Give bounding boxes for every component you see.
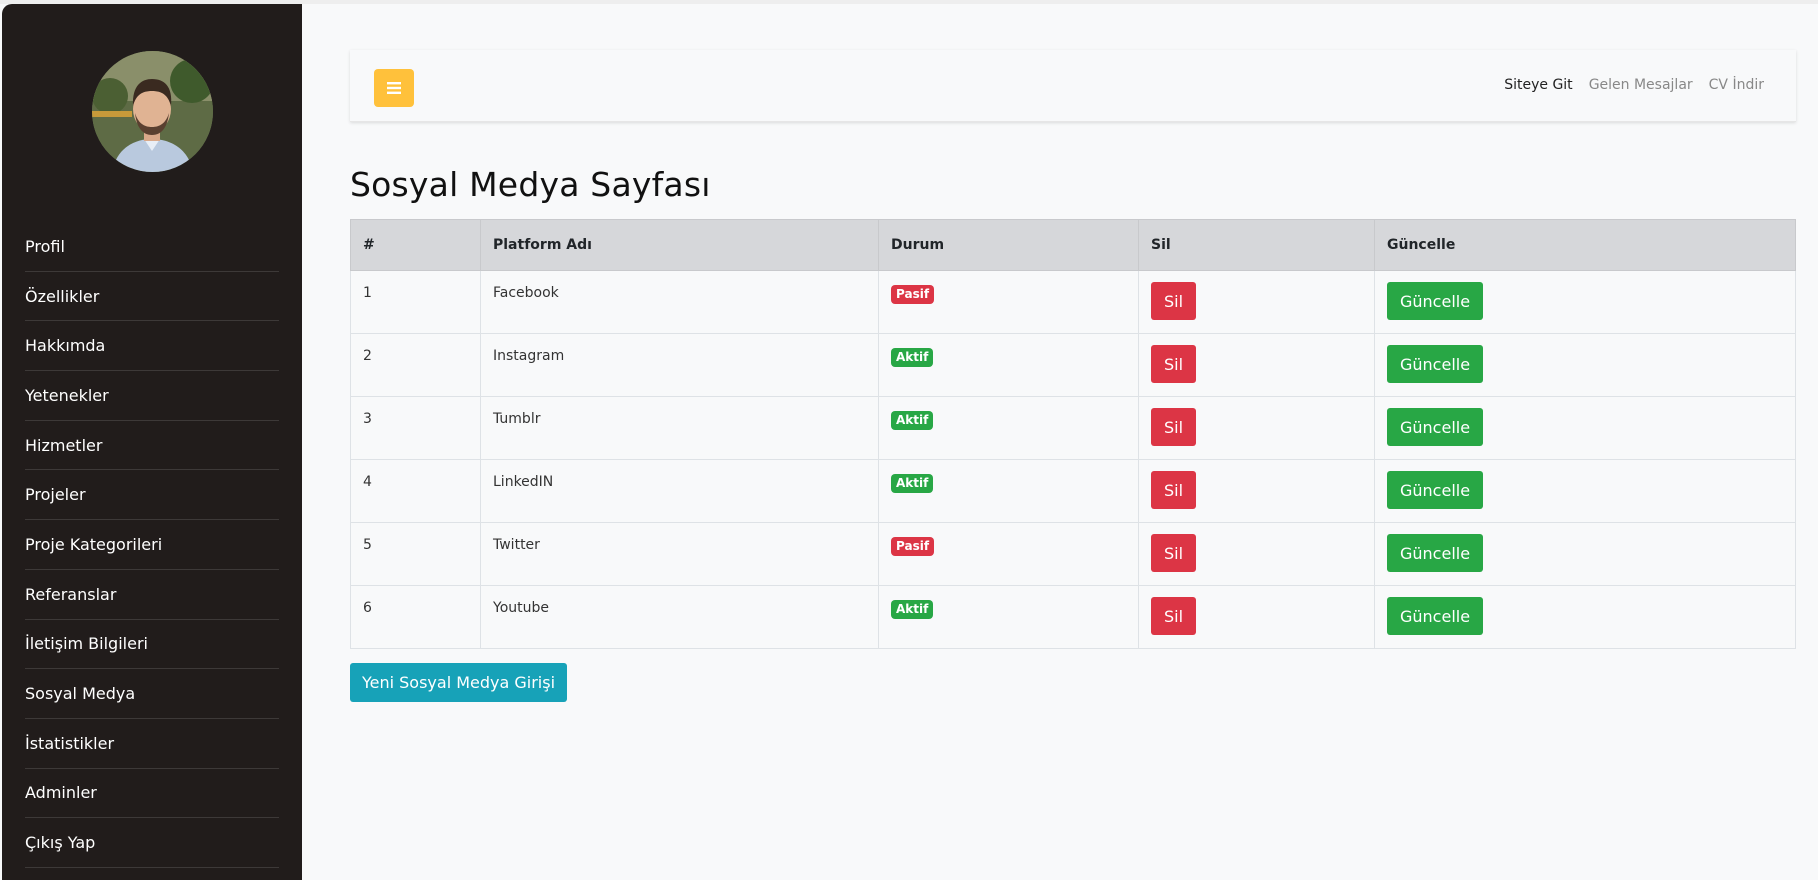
gelen-mesajlar-link[interactable]: Gelen Mesajlar: [1589, 77, 1693, 93]
sidebar-nav: Profil Özellikler Hakkımda Yetenekler Hi…: [25, 222, 279, 868]
delete-button[interactable]: Sil: [1151, 282, 1197, 320]
sidebar-item-istatistikler[interactable]: İstatistikler: [25, 719, 279, 769]
row-id: 6: [350, 585, 481, 649]
cv-indir-link[interactable]: CV İndir: [1709, 77, 1764, 93]
sidebar-item-adminler[interactable]: Adminler: [25, 769, 279, 819]
row-delete: Sil: [1138, 585, 1375, 649]
row-platform: Youtube: [480, 585, 879, 649]
row-id: 3: [350, 396, 481, 460]
table-row: 1 Facebook Pasif Sil Güncelle: [350, 270, 1796, 334]
row-platform: Tumblr: [480, 396, 879, 460]
update-button[interactable]: Güncelle: [1387, 597, 1484, 635]
row-delete: Sil: [1138, 459, 1375, 523]
row-update: Güncelle: [1374, 396, 1796, 460]
row-platform: Facebook: [480, 270, 879, 334]
delete-button[interactable]: Sil: [1151, 345, 1197, 383]
row-update: Güncelle: [1374, 459, 1796, 523]
row-status: Aktif: [878, 585, 1139, 649]
row-update: Güncelle: [1374, 333, 1796, 397]
table-row: 3 Tumblr Aktif Sil Güncelle: [350, 396, 1796, 460]
delete-button[interactable]: Sil: [1151, 471, 1197, 509]
sidebar-item-cikis-yap[interactable]: Çıkış Yap: [25, 818, 279, 868]
sidebar-item-yetenekler[interactable]: Yetenekler: [25, 371, 279, 421]
avatar-image: [92, 51, 213, 172]
table-row: 4 LinkedIN Aktif Sil Güncelle: [350, 459, 1796, 523]
delete-button[interactable]: Sil: [1151, 408, 1197, 446]
row-update: Güncelle: [1374, 270, 1796, 334]
row-status: Aktif: [878, 396, 1139, 460]
row-update: Güncelle: [1374, 522, 1796, 586]
row-update: Güncelle: [1374, 585, 1796, 649]
new-social-media-button[interactable]: Yeni Sosyal Medya Girişi: [350, 663, 567, 702]
avatar: [92, 51, 213, 172]
social-media-table: # Platform Adı Durum Sil Güncelle 1 Face…: [350, 219, 1796, 649]
update-button[interactable]: Güncelle: [1387, 282, 1484, 320]
sidebar-item-ozellikler[interactable]: Özellikler: [25, 272, 279, 322]
row-delete: Sil: [1138, 396, 1375, 460]
update-button[interactable]: Güncelle: [1387, 471, 1484, 509]
sidebar-item-profil[interactable]: Profil: [25, 222, 279, 272]
row-delete: Sil: [1138, 333, 1375, 397]
row-status: Pasif: [878, 522, 1139, 586]
status-badge: Aktif: [891, 600, 934, 619]
row-status: Aktif: [878, 333, 1139, 397]
sidebar-item-iletisim-bilgileri[interactable]: İletişim Bilgileri: [25, 620, 279, 670]
table-header-row: # Platform Adı Durum Sil Güncelle: [350, 219, 1796, 271]
sidebar-item-proje-kategorileri[interactable]: Proje Kategorileri: [25, 520, 279, 570]
update-button[interactable]: Güncelle: [1387, 345, 1484, 383]
row-platform: Twitter: [480, 522, 879, 586]
status-badge: Aktif: [891, 348, 934, 367]
sidebar-item-hakkimda[interactable]: Hakkımda: [25, 321, 279, 372]
column-header-update: Güncelle: [1374, 219, 1796, 271]
status-badge: Aktif: [891, 474, 934, 493]
update-button[interactable]: Güncelle: [1387, 408, 1484, 446]
row-id: 4: [350, 459, 481, 523]
topbar: Siteye Git Gelen Mesajlar CV İndir: [350, 50, 1796, 122]
row-id: 1: [350, 270, 481, 334]
sidebar-item-hizmetler[interactable]: Hizmetler: [25, 421, 279, 471]
status-badge: Aktif: [891, 411, 934, 430]
status-badge: Pasif: [891, 285, 935, 304]
sidebar: Profil Özellikler Hakkımda Yetenekler Hi…: [2, 4, 302, 880]
column-header-platform: Platform Adı: [480, 219, 879, 271]
row-delete: Sil: [1138, 270, 1375, 334]
row-platform: Instagram: [480, 333, 879, 397]
row-id: 5: [350, 522, 481, 586]
column-header-id: #: [350, 219, 481, 271]
row-status: Aktif: [878, 459, 1139, 523]
table-row: 2 Instagram Aktif Sil Güncelle: [350, 333, 1796, 397]
delete-button[interactable]: Sil: [1151, 597, 1197, 635]
row-delete: Sil: [1138, 522, 1375, 586]
row-id: 2: [350, 333, 481, 397]
row-status: Pasif: [878, 270, 1139, 334]
top-links: Siteye Git Gelen Mesajlar CV İndir: [1504, 77, 1764, 93]
sidebar-item-projeler[interactable]: Projeler: [25, 470, 279, 521]
sidebar-item-sosyal-medya[interactable]: Sosyal Medya: [25, 669, 279, 719]
status-badge: Pasif: [891, 537, 935, 556]
update-button[interactable]: Güncelle: [1387, 534, 1484, 572]
column-header-delete: Sil: [1138, 219, 1375, 271]
siteye-git-link[interactable]: Siteye Git: [1504, 77, 1572, 93]
menu-toggle-button[interactable]: [374, 69, 414, 107]
table-row: 5 Twitter Pasif Sil Güncelle: [350, 522, 1796, 586]
bars-icon: [387, 82, 401, 94]
delete-button[interactable]: Sil: [1151, 534, 1197, 572]
column-header-status: Durum: [878, 219, 1139, 271]
row-platform: LinkedIN: [480, 459, 879, 523]
table-row: 6 Youtube Aktif Sil Güncelle: [350, 585, 1796, 649]
page-title: Sosyal Medya Sayfası: [350, 165, 711, 204]
sidebar-item-referanslar[interactable]: Referanslar: [25, 570, 279, 620]
